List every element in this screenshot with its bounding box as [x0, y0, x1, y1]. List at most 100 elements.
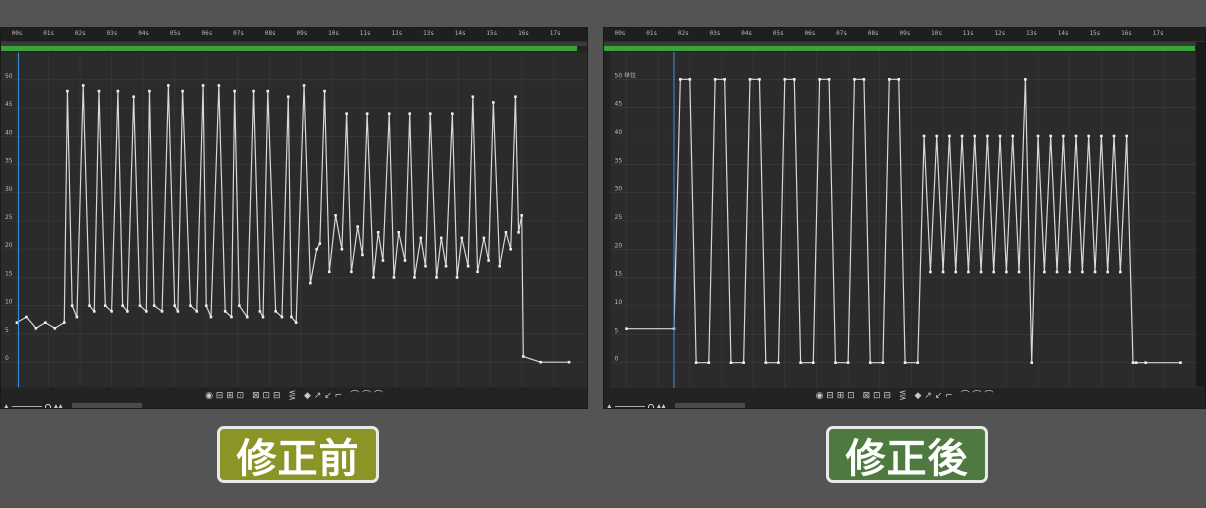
keyframe-point[interactable] [986, 134, 989, 138]
keyframe-point[interactable] [66, 89, 69, 93]
keyframe-point[interactable] [827, 78, 831, 81]
keyframe-point[interactable] [707, 361, 711, 364]
keyframe-point[interactable] [688, 78, 692, 81]
keyframe-point[interactable] [1125, 134, 1128, 138]
toolbar-tool-icon[interactable]: ◉ ⊟ ⊞ ⊡ [816, 390, 855, 402]
toolbar-tool-icon[interactable]: ◆ ↗ ↙ ⌐ [304, 390, 342, 402]
keyframe-point[interactable] [1144, 361, 1147, 364]
keyframe-point[interactable] [1024, 78, 1027, 81]
keyframe-point[interactable] [1134, 361, 1138, 364]
keyframe-point[interactable] [350, 270, 353, 274]
keyframe-point[interactable] [110, 310, 113, 313]
keyframe-point[interactable] [173, 304, 176, 308]
zoom-track[interactable] [11, 406, 42, 407]
keyframe-point[interactable] [15, 321, 19, 324]
keyframe-point[interactable] [245, 315, 249, 319]
toolbar-tool-icon[interactable]: ◆ ↗ ↙ ⌐ [915, 390, 953, 402]
keyframe-point[interactable] [992, 270, 996, 274]
keyframe-point[interactable] [783, 78, 787, 81]
keyframe-point[interactable] [44, 321, 47, 324]
keyframe-point[interactable] [189, 304, 192, 308]
keyframe-point[interactable] [887, 78, 891, 81]
keyframe-point[interactable] [53, 327, 57, 330]
zoom-out-icon[interactable]: ▲ [4, 403, 9, 408]
keyframe-point[interactable] [286, 95, 290, 99]
keyframe-point[interactable] [204, 304, 208, 308]
keyframe-point[interactable] [792, 78, 796, 81]
keyframe-point[interactable] [361, 253, 364, 257]
keyframe-point[interactable] [116, 89, 120, 93]
keyframe-point[interactable] [334, 214, 337, 217]
keyframe-point[interactable] [34, 327, 38, 330]
keyframe-point[interactable] [424, 264, 427, 268]
keyframe-point[interactable] [1030, 361, 1034, 364]
zoom-in-icon[interactable]: ▲▲ [54, 403, 63, 408]
keyframe-point[interactable] [967, 270, 970, 274]
keyframe-point[interactable] [818, 78, 821, 81]
toolbar-tool-icon[interactable]: ⊠ ⊡ ⊟ [863, 390, 891, 402]
keyframe-point[interactable] [758, 78, 761, 81]
keyframe-point[interactable] [979, 270, 983, 274]
keyframe-point[interactable] [176, 310, 180, 313]
zoom-in-icon[interactable]: ▲▲ [657, 403, 666, 408]
keyframe-point[interactable] [471, 95, 475, 99]
keyframe-point[interactable] [62, 321, 66, 324]
keyframe-point[interactable] [729, 361, 733, 364]
toolbar-tool-icon[interactable]: ⌒ ⌒ ⌒ [961, 390, 994, 402]
keyframe-point[interactable] [476, 270, 479, 274]
keyframe-point[interactable] [439, 236, 443, 240]
keyframe-point[interactable] [1005, 270, 1008, 274]
keyframe-point[interactable] [92, 310, 96, 313]
value-graph[interactable]: 0 5 10 15 20 25 30 35 40 45 50 [1, 52, 587, 388]
keyframe-point[interactable] [1093, 270, 1097, 274]
keyframe-point[interactable] [309, 281, 312, 285]
keyframe-point[interactable] [567, 360, 571, 364]
keyframe-point[interactable] [181, 89, 184, 93]
keyframe-point[interactable] [201, 84, 205, 87]
keyframe-point[interactable] [126, 310, 129, 313]
keyframe-point[interactable] [482, 236, 486, 240]
keyframe-point[interactable] [897, 78, 901, 81]
keyframe-point[interactable] [302, 84, 306, 87]
keyframe-point[interactable] [356, 225, 359, 228]
keyframe-point[interactable] [498, 264, 501, 268]
horizontal-scrollbar[interactable] [674, 403, 745, 408]
keyframe-point[interactable] [1049, 134, 1053, 138]
keyframe-point[interactable] [881, 361, 885, 364]
zoom-control[interactable]: ▲ ▲▲ [4, 402, 142, 408]
keyframe-point[interactable] [1017, 270, 1021, 274]
toolbar-tool-icon[interactable]: ⋚ [899, 390, 907, 402]
keyframe-point[interactable] [941, 270, 945, 274]
time-ruler[interactable]: 00s 01s 02s 03s 04s 05s 06s 07s 08s 09s 10s 11s 12s 1… [604, 28, 1205, 42]
keyframe-point[interactable] [121, 304, 124, 308]
keyframe-point[interactable] [345, 112, 348, 115]
keyframe-point[interactable] [318, 242, 322, 245]
zoom-knob[interactable] [647, 403, 654, 408]
keyframe-point[interactable] [70, 304, 74, 308]
keyframe-point[interactable] [340, 247, 344, 251]
toolbar-tool-icon[interactable]: ⋚ [289, 390, 297, 402]
keyframe-point[interactable] [929, 270, 932, 274]
value-graph[interactable]: 0 5 10 15 20 25 30 35 40 45 50 単位 [604, 52, 1205, 388]
keyframe-point[interactable] [290, 315, 293, 319]
keyframe-point[interactable] [145, 310, 148, 313]
keyframe-point[interactable] [1074, 134, 1078, 138]
keyframe-point[interactable] [1100, 134, 1103, 138]
keyframe-point[interactable] [152, 304, 156, 308]
keyframe-point[interactable] [487, 259, 490, 262]
keyframe-point[interactable] [514, 95, 517, 99]
keyframe-point[interactable] [846, 361, 850, 364]
keyframe-point[interactable] [138, 304, 142, 308]
keyframe-point[interactable] [315, 247, 318, 251]
toolbar-tool-icon[interactable]: ⊠ ⊡ ⊟ [252, 390, 280, 402]
keyframe-point[interactable] [428, 112, 432, 115]
keyframe-point[interactable] [625, 327, 628, 330]
keyframe-point[interactable] [266, 89, 270, 93]
keyframe-point[interactable] [252, 89, 255, 93]
keyframe-point[interactable] [509, 247, 512, 251]
keyframe-point[interactable] [960, 134, 964, 138]
keyframe-point[interactable] [811, 361, 815, 364]
keyframe-point[interactable] [1087, 134, 1090, 138]
keyframe-point[interactable] [868, 361, 872, 364]
keyframe-point[interactable] [948, 134, 951, 138]
